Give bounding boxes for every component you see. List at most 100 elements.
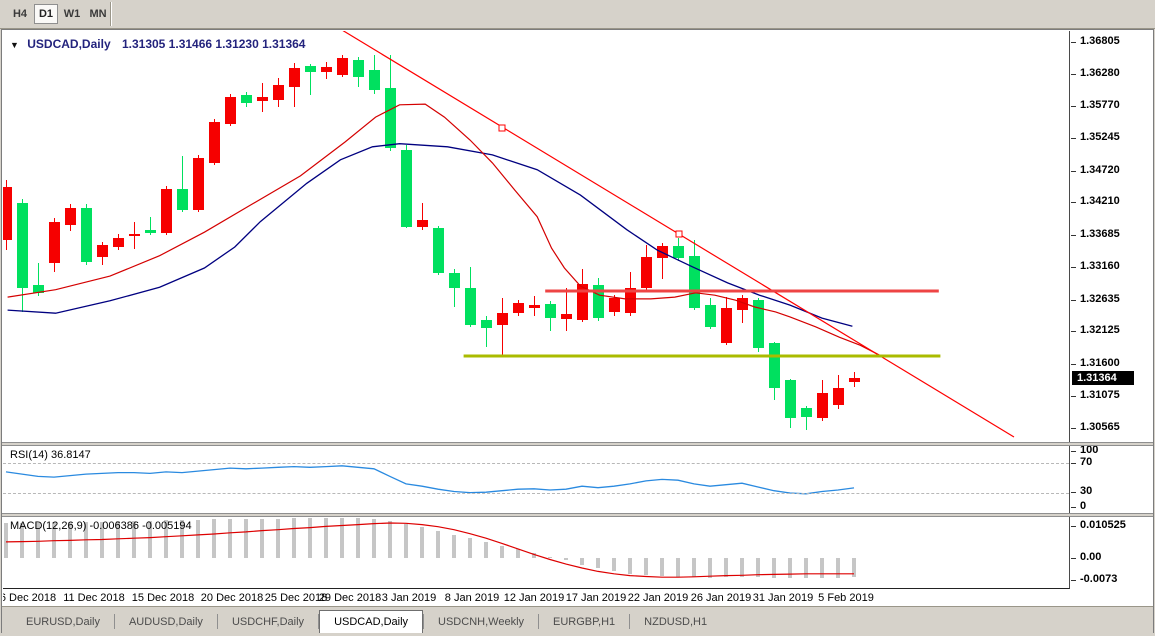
macd-histogram-bar xyxy=(676,558,680,577)
price-scale[interactable]: 1.368051.362801.357701.352451.347201.342… xyxy=(1071,31,1153,589)
candle-body xyxy=(657,246,668,258)
candle-body xyxy=(785,380,796,418)
main-chart-plot[interactable] xyxy=(3,31,1070,442)
candle-body xyxy=(161,189,172,233)
date-axis-label: 5 Feb 2019 xyxy=(818,592,874,604)
price-axis-label-tick xyxy=(1071,396,1076,397)
trendline-handle[interactable] xyxy=(676,231,682,237)
candle-body xyxy=(305,66,316,72)
macd-axis-label: -0.0073 xyxy=(1080,573,1117,585)
candle-body xyxy=(817,393,828,418)
chart-tabbar: EURUSD,DailyAUDUSD,DailyUSDCHF,DailyUSDC… xyxy=(2,606,1153,633)
price-axis-label: 1.34210 xyxy=(1080,195,1120,207)
timeframe-button-w1[interactable]: W1 xyxy=(60,4,84,24)
tab-usdchf-daily[interactable]: USDCHF,Daily xyxy=(218,612,318,633)
date-axis[interactable]: 6 Dec 201811 Dec 201815 Dec 201820 Dec 2… xyxy=(3,590,1153,606)
price-axis-label-tick xyxy=(1071,267,1076,268)
candle-body xyxy=(465,288,476,325)
rsi-axis-label: 70 xyxy=(1080,456,1092,468)
macd-histogram-bar xyxy=(724,558,728,577)
macd-histogram-bar xyxy=(276,519,280,559)
price-axis-label: 1.32125 xyxy=(1080,324,1120,336)
candle-body xyxy=(273,85,284,100)
macd-histogram-bar xyxy=(660,558,664,576)
candle-body xyxy=(737,298,748,310)
date-axis-label: 3 Jan 2019 xyxy=(382,592,436,604)
macd-histogram-bar xyxy=(404,524,408,558)
macd-axis-label-tick xyxy=(1071,526,1076,527)
candle-body xyxy=(321,67,332,72)
macd-histogram-bar xyxy=(596,558,600,568)
macd-histogram-bar xyxy=(516,549,520,558)
macd-histogram-bar xyxy=(468,538,472,558)
date-axis-label: 11 Dec 2018 xyxy=(63,592,125,604)
candle-body xyxy=(129,234,140,236)
overlays-layer xyxy=(3,31,1070,442)
date-axis-label: 17 Jan 2019 xyxy=(566,592,627,604)
candle-wick xyxy=(566,288,567,331)
candle-body xyxy=(561,314,572,319)
price-axis-label: 1.32635 xyxy=(1080,293,1120,305)
candle-body xyxy=(289,68,300,87)
macd-histogram-bar xyxy=(692,558,696,577)
price-axis-label-tick xyxy=(1071,74,1076,75)
date-axis-label: 20 Dec 2018 xyxy=(201,592,263,604)
macd-axis-label-tick xyxy=(1071,580,1076,581)
macd-histogram-bar xyxy=(804,558,808,578)
macd-histogram-bar xyxy=(4,523,8,558)
candle-body xyxy=(17,203,28,288)
timeframe-button-mn[interactable]: MN xyxy=(86,4,110,24)
candle-body xyxy=(433,228,444,273)
candle-body xyxy=(529,305,540,308)
tab-nzdusd-h1[interactable]: NZDUSD,H1 xyxy=(630,612,721,633)
price-axis-label: 1.35770 xyxy=(1080,99,1120,111)
rsi-panel[interactable] xyxy=(3,446,1070,513)
candle-body xyxy=(625,288,636,313)
rsi-axis-label-tick xyxy=(1071,507,1076,508)
macd-histogram-bar xyxy=(196,520,200,558)
macd-histogram-bar xyxy=(532,553,536,558)
tab-audusd-daily[interactable]: AUDUSD,Daily xyxy=(115,612,217,633)
candle-body xyxy=(225,97,236,124)
tab-eurgbp-h1[interactable]: EURGBP,H1 xyxy=(539,612,629,633)
candle-body xyxy=(497,313,508,325)
candle-wick xyxy=(502,298,503,355)
tab-usdcad-daily[interactable]: USDCAD,Daily xyxy=(319,610,423,633)
candle-body xyxy=(689,256,700,309)
price-axis-label: 1.33685 xyxy=(1080,228,1120,240)
candle-body xyxy=(545,304,556,318)
candle-body xyxy=(833,388,844,405)
macd-histogram-bar xyxy=(756,558,760,577)
chart-title: ▼ USDCAD,Daily 1.31305 1.31466 1.31230 1… xyxy=(10,37,305,51)
tab-eurusd-daily[interactable]: EURUSD,Daily xyxy=(12,612,114,633)
candle-body xyxy=(65,208,76,225)
timeframe-button-h4[interactable]: H4 xyxy=(8,4,32,24)
macd-axis-label: 0.00 xyxy=(1080,551,1101,563)
macd-histogram-bar xyxy=(324,518,328,558)
date-axis-label: 29 Dec 2018 xyxy=(319,592,381,604)
candle-body xyxy=(593,285,604,318)
rsi-axis-label-tick xyxy=(1071,451,1076,452)
price-axis-label: 1.35245 xyxy=(1080,131,1120,143)
date-axis-label: 31 Jan 2019 xyxy=(753,592,814,604)
candle-body xyxy=(801,408,812,417)
timeframe-button-d1[interactable]: D1 xyxy=(34,4,58,24)
macd-histogram-bar xyxy=(740,558,744,577)
candle-body xyxy=(513,303,524,314)
macd-axis-label: 0.010525 xyxy=(1080,519,1126,531)
macd-histogram-bar xyxy=(772,558,776,578)
date-axis-label: 15 Dec 2018 xyxy=(132,592,194,604)
candle-body xyxy=(385,88,396,148)
tab-usdcnh-weekly[interactable]: USDCNH,Weekly xyxy=(424,612,538,633)
candle-body xyxy=(145,230,156,233)
symbol-dropdown-icon[interactable]: ▼ xyxy=(10,40,19,50)
macd-histogram-bar xyxy=(436,531,440,558)
trendline-handle[interactable] xyxy=(499,125,505,131)
candle-body xyxy=(705,305,716,327)
rsi-macd-splitter[interactable] xyxy=(2,513,1153,517)
macd-histogram-bar xyxy=(340,518,344,558)
macd-histogram-bar xyxy=(628,558,632,574)
candle-body xyxy=(81,208,92,262)
candle-body xyxy=(113,238,124,247)
main-rsi-splitter[interactable] xyxy=(2,442,1153,446)
